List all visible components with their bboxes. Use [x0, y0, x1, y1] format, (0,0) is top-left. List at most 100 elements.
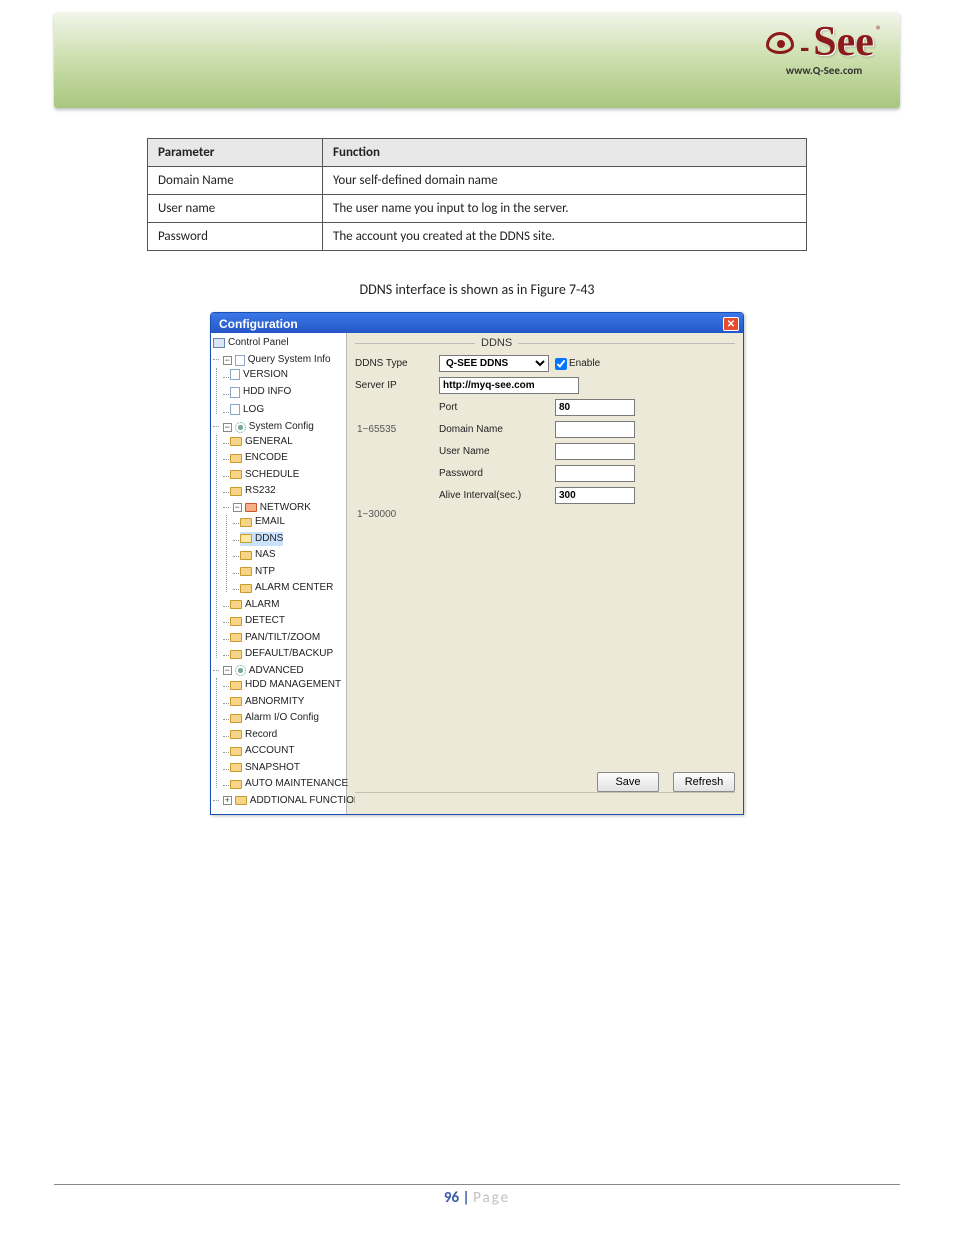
tree-alarm-io-config[interactable]: Alarm I/O Config [230, 711, 319, 725]
table-row: The account you created at the DDNS site… [323, 223, 807, 251]
tree-ntp[interactable]: NTP [240, 565, 275, 579]
domain-name-input[interactable] [555, 421, 635, 438]
tree-abnormity[interactable]: ABNORMITY [230, 695, 304, 709]
tree-detect[interactable]: DETECT [230, 614, 285, 628]
folder-icon [230, 454, 242, 463]
tree-alarm-center[interactable]: ALARM CENTER [240, 581, 333, 595]
folder-icon [230, 650, 242, 659]
status-bar [355, 792, 735, 808]
ddns-panel: DDNS DDNS Type Q-SEE DDNS Enable Server … [347, 333, 743, 814]
page-icon [230, 404, 240, 415]
collapse-icon[interactable]: − [223, 666, 232, 675]
tree-system-config[interactable]: − System Config [223, 420, 314, 434]
alive-range: 1~30000 [355, 509, 433, 520]
tree-control-panel[interactable]: Control Panel [213, 336, 289, 350]
collapse-icon[interactable]: − [223, 356, 232, 365]
collapse-icon[interactable]: − [233, 503, 242, 512]
label-alive-interval: Alive Interval(sec.) [439, 490, 549, 501]
page-footer: 96 | Page [54, 1184, 900, 1207]
close-icon[interactable]: ✕ [723, 317, 739, 331]
tree-general[interactable]: GENERAL [230, 435, 293, 449]
page-icon [235, 355, 245, 366]
label-domain-name: Domain Name [439, 424, 549, 435]
tree-auto-maintenance[interactable]: AUTO MAINTENANCE [230, 777, 348, 791]
configuration-dialog: Configuration ✕ Control Panel [210, 312, 744, 815]
folder-icon [235, 796, 247, 805]
dialog-titlebar[interactable]: Configuration ✕ [211, 313, 743, 333]
tree-schedule[interactable]: SCHEDULE [230, 468, 299, 482]
tree-network[interactable]: − NETWORK [233, 501, 311, 515]
table-row: Your self-defined domain name [323, 167, 807, 195]
label-server-ip: Server IP [355, 380, 433, 391]
collapse-icon[interactable]: − [223, 423, 232, 432]
control-panel-icon [213, 338, 225, 348]
label-port: Port [439, 402, 549, 413]
ddns-type-select[interactable]: Q-SEE DDNS [439, 355, 549, 372]
figure-caption: DDNS interface is shown as in Figure 7-4… [54, 281, 900, 298]
tree-account[interactable]: ACCOUNT [230, 744, 294, 758]
tree-snapshot[interactable]: SNAPSHOT [230, 761, 300, 775]
port-range: 1~65535 [355, 424, 433, 435]
nav-tree[interactable]: Control Panel − Query System Info VERSIO… [211, 333, 347, 814]
tree-additional-function[interactable]: + ADDTIONAL FUNCTION [223, 794, 361, 808]
param-header: Parameter [148, 139, 323, 167]
password-input[interactable] [555, 465, 635, 482]
function-header: Function [323, 139, 807, 167]
folder-icon [230, 780, 242, 789]
brand-logo: - See ® [766, 24, 882, 62]
refresh-button[interactable]: Refresh [673, 772, 735, 792]
folder-open-icon [240, 534, 252, 543]
enable-label: Enable [569, 358, 600, 369]
label-ddns-type: DDNS Type [355, 358, 433, 369]
tree-record[interactable]: Record [230, 728, 277, 742]
save-button[interactable]: Save [597, 772, 659, 792]
folder-icon [240, 551, 252, 560]
table-row: User name [148, 195, 323, 223]
gear-icon [235, 422, 246, 433]
table-row: Password [148, 223, 323, 251]
parameter-table: Parameter Function Domain Name Your self… [147, 138, 807, 251]
tree-hdd-info[interactable]: HDD INFO [230, 385, 291, 399]
tree-log[interactable]: LOG [230, 403, 264, 417]
tree-default-backup[interactable]: DEFAULT/BACKUP [230, 647, 333, 661]
folder-icon [230, 617, 242, 626]
alive-interval-input[interactable] [555, 487, 635, 504]
folder-icon [230, 714, 242, 723]
tree-hdd-management[interactable]: HDD MANAGEMENT [230, 678, 341, 692]
table-row: The user name you input to log in the se… [323, 195, 807, 223]
page-icon [230, 369, 240, 380]
tree-ptz[interactable]: PAN/TILT/ZOOM [230, 631, 320, 645]
tree-alarm[interactable]: ALARM [230, 598, 279, 612]
brand-url: www.Q-See.com [766, 64, 882, 77]
tree-advanced[interactable]: − ADVANCED [223, 664, 304, 678]
folder-icon [230, 633, 242, 642]
tree-nas[interactable]: NAS [240, 548, 276, 562]
tree-encode[interactable]: ENCODE [230, 451, 288, 465]
header-banner: - See ® www.Q-See.com [54, 12, 900, 108]
tree-rs232[interactable]: RS232 [230, 484, 276, 498]
folder-icon [230, 470, 242, 479]
panel-title: DDNS [481, 337, 512, 349]
tree-query-system-info[interactable]: − Query System Info [223, 353, 331, 367]
tree-version[interactable]: VERSION [230, 368, 288, 382]
folder-icon [230, 730, 242, 739]
dialog-title: Configuration [219, 317, 298, 331]
folder-icon [240, 567, 252, 576]
label-user-name: User Name [439, 446, 549, 457]
folder-icon [230, 487, 242, 496]
tree-ddns[interactable]: DDNS [240, 532, 283, 546]
eye-icon [766, 32, 794, 54]
user-name-input[interactable] [555, 443, 635, 460]
table-row: Domain Name [148, 167, 323, 195]
server-ip-input[interactable] [439, 377, 579, 394]
port-input[interactable] [555, 399, 635, 416]
page-icon [230, 387, 240, 398]
folder-icon [230, 763, 242, 772]
folder-icon [245, 503, 257, 512]
folder-icon [240, 518, 252, 527]
expand-icon[interactable]: + [223, 796, 232, 805]
enable-checkbox[interactable] [555, 358, 567, 370]
tree-email[interactable]: EMAIL [240, 515, 285, 529]
gear-icon [235, 665, 246, 676]
folder-icon [230, 747, 242, 756]
